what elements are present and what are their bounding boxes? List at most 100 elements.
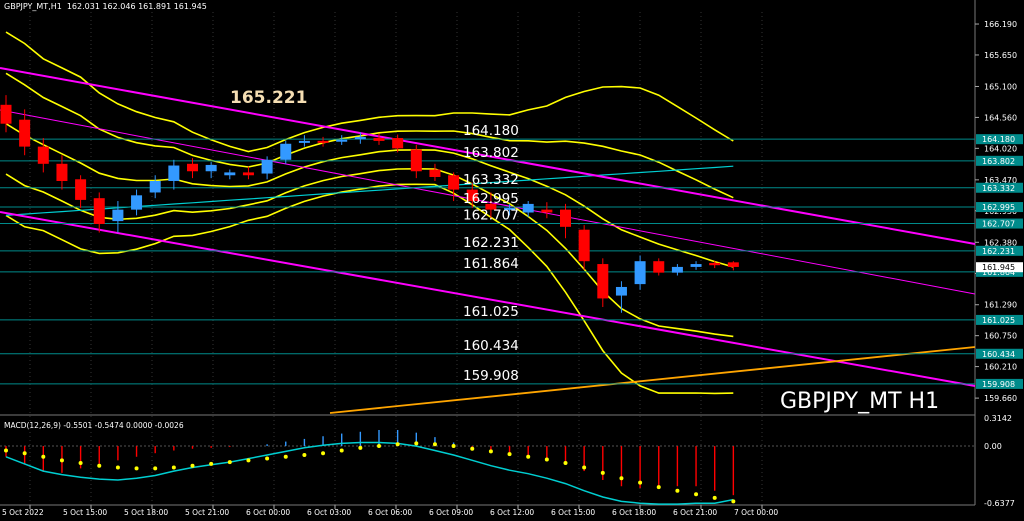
macd-signal-dot [246,458,251,463]
price-tick-label: 161.290 [984,301,1017,310]
macd-signal-dot [339,448,344,453]
level-label: 161.025 [463,304,519,320]
candle-body [149,180,161,193]
level-axis-tag-label: 164.180 [982,135,1015,144]
time-tick-label: 6 Oct 09:00 [429,508,473,517]
macd-signal-dot [134,466,139,471]
candle-body [522,203,534,213]
candle-body [354,136,366,140]
time-tick-label: 5 Oct 15:00 [63,508,107,517]
candle-body [578,229,590,262]
candle-body [410,149,422,172]
time-tick-label: 6 Oct 21:00 [673,508,717,517]
candle-body [75,179,87,200]
macd-signal-dot [694,492,699,497]
macd-signal-dot [432,442,437,447]
macd-signal-dot [656,485,661,490]
candle-body [709,262,721,266]
candle-body [653,261,665,273]
price-tick-label: 159.660 [984,394,1017,403]
level-axis-tag-label: 160.434 [982,350,1015,359]
macd-tick-label: -0.6377 [984,499,1015,508]
candle-body [634,261,646,285]
macd-signal-dot [302,452,307,457]
candle-body [37,146,49,164]
time-tick-label: 6 Oct 12:00 [490,508,534,517]
macd-signal-dot [563,461,568,466]
macd-signal-dot [600,470,605,475]
macd-signal-dot [97,463,102,468]
candle-body [93,198,105,224]
price-tick-label: 165.100 [984,82,1017,91]
macd-signal-dot [675,488,680,493]
level-label: 162.707 [463,208,519,224]
macd-signal-dot [59,458,64,463]
level-label: 160.434 [463,338,519,354]
time-tick-label: 6 Oct 03:00 [307,508,351,517]
macd-signal-dot [619,476,624,481]
level-axis-tag-label: 163.802 [982,157,1015,166]
candle-body [671,266,683,273]
price-tick-label: 166.190 [984,20,1017,29]
candle-body [280,143,292,160]
candle-body [56,163,68,181]
level-label: 162.231 [463,235,519,251]
macd-signal-dot [377,444,381,449]
macd-signal-dot [470,446,475,451]
candle-body [19,119,31,147]
time-tick-label: 5 Oct 2022 [2,508,44,517]
level-label: 162.995 [463,191,519,207]
current-price-label: 161.945 [982,263,1015,272]
time-tick-label: 5 Oct 21:00 [185,508,229,517]
candle-body [727,262,739,267]
macd-signal-dot [507,452,512,457]
macd-signal-dot [451,444,456,449]
high-annotation: 165.221 [230,88,307,108]
macd-tick-label: 0.3142 [984,414,1012,423]
candle-body [690,264,702,267]
price-tick-label: 164.560 [984,113,1017,122]
candle-body [261,159,273,174]
macd-signal-dot [22,451,27,456]
chart-watermark: GBPJPY_MT H1 [780,389,939,414]
macd-signal-dot [4,448,8,453]
level-axis-tag-label: 162.707 [982,220,1015,229]
level-axis-tag-label: 162.995 [982,203,1015,212]
price-tick-label: 164.020 [984,144,1017,153]
price-chart[interactable]: 164.180163.802163.332162.995162.707162.2… [0,0,1024,521]
macd-signal-dot [41,454,46,459]
level-label: 161.864 [463,256,519,272]
level-axis-tag-label: 162.231 [982,247,1015,256]
macd-signal-dot [321,451,326,456]
level-axis-tag-label: 163.332 [982,184,1015,193]
level-label: 164.180 [463,123,519,139]
candle-body [560,209,571,227]
macd-signal-dot [171,465,176,470]
time-tick-label: 6 Oct 06:00 [368,508,412,517]
candle-body [317,140,329,143]
macd-tick-label: 0.00 [984,442,1002,451]
candle-body [336,139,348,142]
candle-body [429,169,441,177]
macd-signal-dot [153,466,158,471]
price-tick-label: 160.210 [984,363,1017,372]
candle-body [242,172,254,176]
time-tick-label: 5 Oct 18:00 [124,508,168,517]
level-label: 163.802 [463,145,519,161]
candle-body [597,264,609,299]
macd-signal-dot [395,442,400,447]
candle-body [131,195,143,210]
candle-body [373,138,385,141]
time-tick-label: 6 Oct 15:00 [551,508,595,517]
level-axis-tag-label: 161.025 [982,316,1015,325]
macd-signal-dot [265,456,270,461]
candle-body [205,164,217,172]
price-tick-label: 165.650 [984,51,1017,60]
time-tick-label: 7 Oct 00:00 [734,508,778,517]
candle-body [187,163,198,172]
candle-body [168,165,180,181]
macd-signal-dot [526,454,531,459]
candle-body [224,172,236,176]
macd-signal-dot [582,465,587,470]
candle-body [392,138,404,149]
